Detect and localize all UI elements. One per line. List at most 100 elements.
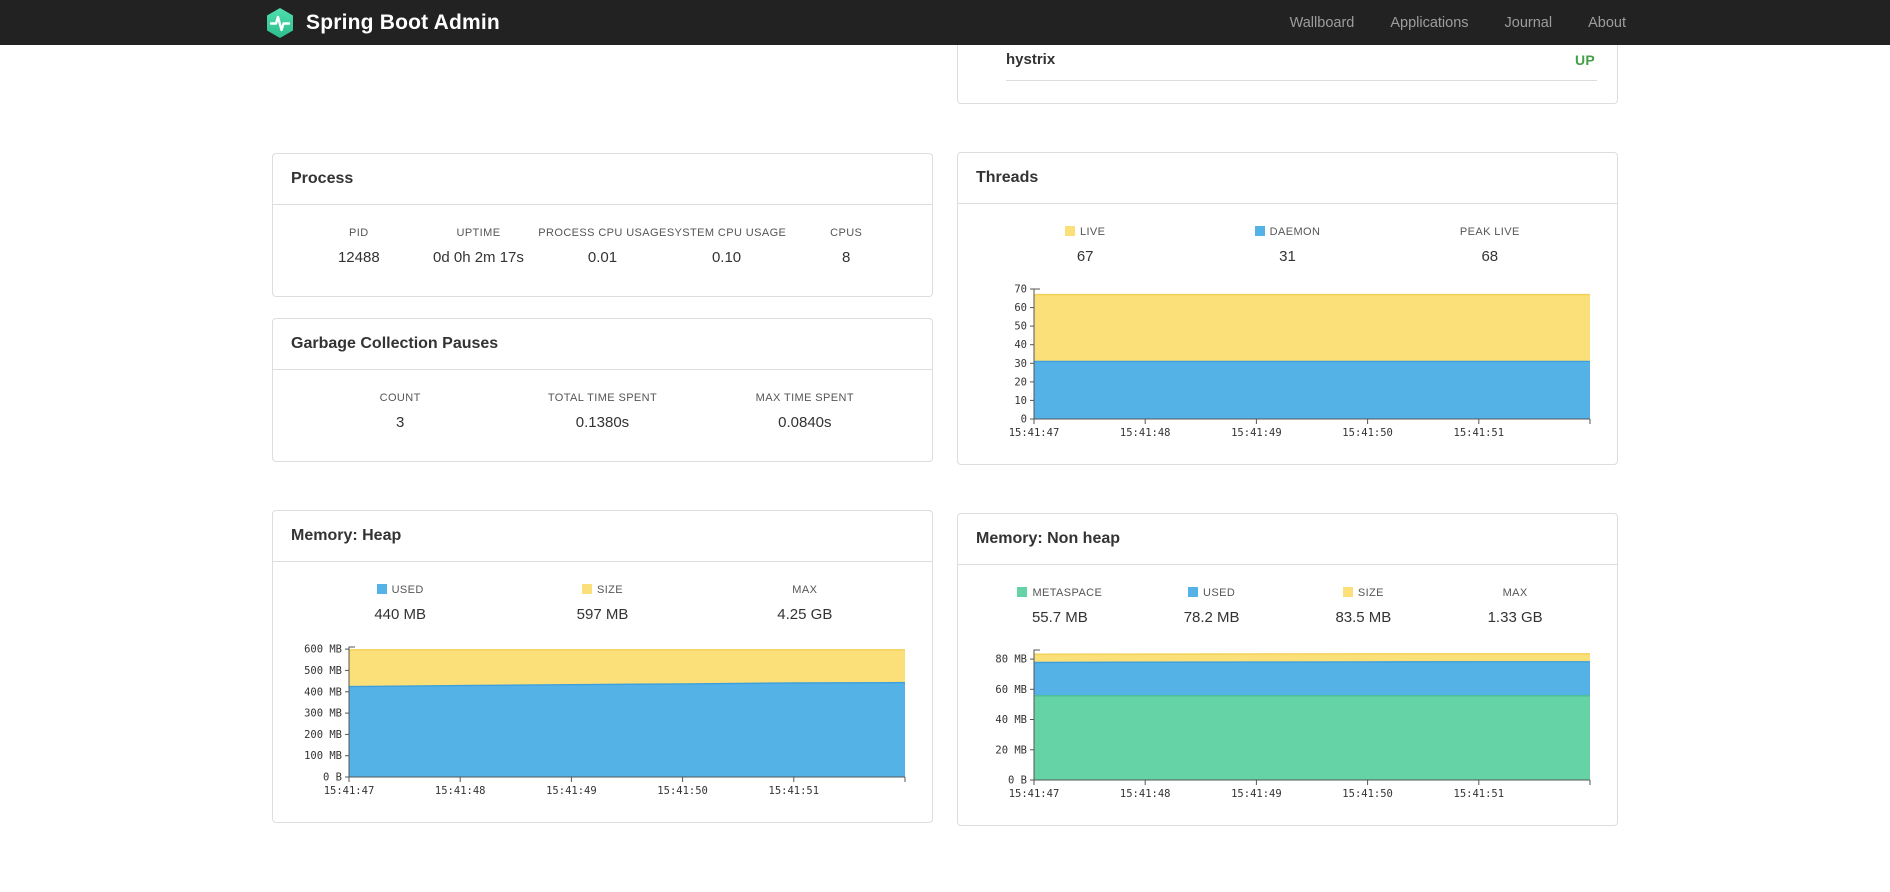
legend-value: 55.7 MB — [1031, 609, 1088, 626]
svg-text:15:41:47: 15:41:47 — [1009, 427, 1060, 439]
application-status-panel: hystrix UP — [957, 39, 1618, 104]
process-metrics: PID 12488 UPTIME 0d 0h 2m 17s PROCESS CP… — [273, 205, 932, 296]
gc-metrics: COUNT 3 TOTAL TIME SPENT 0.1380s MAX TIM… — [273, 370, 932, 461]
svg-text:15:41:51: 15:41:51 — [769, 785, 820, 797]
metric-uptime: UPTIME 0d 0h 2m 17s — [419, 227, 539, 266]
metric-system-cpu: SYSTEM CPU USAGE 0.10 — [667, 227, 787, 266]
gc-panel: Garbage Collection Pauses COUNT 3 TOTAL … — [272, 318, 933, 462]
legend-item-used: USED 440 MB — [299, 584, 501, 623]
top-navbar: Spring Boot Admin Wallboard Applications… — [0, 0, 1890, 45]
metric-value: 0d 0h 2m 17s — [433, 249, 524, 266]
legend-label: SIZE — [1288, 587, 1440, 600]
svg-text:15:41:47: 15:41:47 — [324, 785, 375, 797]
legend-label: METASPACE — [984, 587, 1136, 600]
panel-title: Memory: Non heap — [958, 514, 1617, 565]
metric-value: 0.0840s — [778, 414, 832, 431]
metric-label: PID — [349, 227, 369, 239]
legend-label: DAEMON — [1186, 226, 1388, 239]
legend-label: USED — [1136, 587, 1288, 600]
svg-text:0: 0 — [1021, 414, 1027, 426]
details-page: Process PID 12488 UPTIME 0d 0h 2m 17s PR… — [272, 0, 1618, 826]
svg-text:15:41:50: 15:41:50 — [657, 785, 708, 797]
process-panel: Process PID 12488 UPTIME 0d 0h 2m 17s PR… — [272, 153, 933, 297]
svg-text:15:41:51: 15:41:51 — [1454, 427, 1505, 439]
metric-value: 0.10 — [711, 249, 742, 266]
svg-text:15:41:49: 15:41:49 — [546, 785, 597, 797]
metric-cpus: CPUS 8 — [786, 227, 906, 266]
legend-item-size: SIZE 83.5 MB — [1288, 587, 1440, 626]
legend-label: MAX — [792, 584, 818, 596]
panel-title: Memory: Heap — [273, 511, 932, 562]
legend-item-used: USED 78.2 MB — [1136, 587, 1288, 626]
brand-home-link[interactable]: Spring Boot Admin — [264, 7, 500, 39]
legend-label: SIZE — [501, 584, 703, 597]
threads-legend: LIVE 67 DAEMON 31 PEAK LIVE 68 — [958, 204, 1617, 273]
application-row[interactable]: hystrix UP — [1006, 39, 1597, 81]
used-swatch-icon — [376, 584, 387, 594]
metaspace-swatch-icon — [1017, 587, 1028, 597]
svg-text:40: 40 — [1014, 339, 1027, 351]
nav-item-applications[interactable]: Applications — [1390, 15, 1468, 31]
nav-item-about[interactable]: About — [1588, 15, 1626, 31]
right-column: hystrix UP Threads LIVE 67 DAEMON 31 PEA… — [957, 39, 1618, 826]
svg-text:600 MB: 600 MB — [304, 644, 342, 656]
metric-value: 0.1380s — [575, 414, 630, 431]
memory-heap-panel: Memory: Heap USED 440 MB SIZE 597 MB MAX… — [272, 510, 933, 823]
svg-text:30: 30 — [1014, 358, 1027, 370]
svg-text:15:41:48: 15:41:48 — [1120, 788, 1171, 800]
svg-text:15:41:48: 15:41:48 — [1120, 427, 1171, 439]
svg-text:15:41:51: 15:41:51 — [1454, 788, 1505, 800]
svg-text:0 B: 0 B — [323, 772, 342, 784]
legend-label: MAX — [1502, 587, 1528, 599]
brand-title: Spring Boot Admin — [306, 10, 500, 34]
threads-chart: 0 10 20 30 40 50 60 70 15:41:47 15:41:48 15:41:49 1… — [958, 273, 1617, 464]
metric-label: COUNT — [379, 392, 421, 404]
main-navigation: Wallboard Applications Journal About — [1290, 15, 1626, 31]
svg-text:15:41:50: 15:41:50 — [1342, 427, 1393, 439]
legend-value: 31 — [1279, 248, 1296, 265]
memory-nonheap-chart: 0 B 20 MB 40 MB 60 MB 80 MB 15:41:47 15:41:48 1… — [958, 634, 1617, 825]
legend-value: 4.25 GB — [777, 606, 833, 623]
metric-label: TOTAL TIME SPENT — [547, 392, 658, 404]
metric-gc-count: COUNT 3 — [299, 392, 501, 431]
legend-item-max: MAX 4.25 GB — [704, 584, 906, 623]
legend-label: USED — [299, 584, 501, 597]
metric-pid: PID 12488 — [299, 227, 419, 266]
legend-label: PEAK LIVE — [1459, 226, 1520, 238]
metric-label: SYSTEM CPU USAGE — [666, 227, 787, 239]
svg-text:40 MB: 40 MB — [995, 714, 1027, 726]
svg-text:20: 20 — [1014, 376, 1027, 388]
nav-item-journal[interactable]: Journal — [1505, 15, 1553, 31]
threads-panel: Threads LIVE 67 DAEMON 31 PEAK LIVE 68 0… — [957, 152, 1618, 465]
left-column: Process PID 12488 UPTIME 0d 0h 2m 17s PR… — [272, 45, 933, 826]
svg-text:200 MB: 200 MB — [304, 729, 342, 741]
legend-value: 1.33 GB — [1487, 609, 1543, 626]
legend-item-metaspace: METASPACE 55.7 MB — [984, 587, 1136, 626]
panel-title: Garbage Collection Pauses — [273, 319, 932, 370]
legend-value: 68 — [1481, 248, 1499, 265]
legend-value: 440 MB — [374, 606, 427, 623]
svg-text:400 MB: 400 MB — [304, 686, 342, 698]
metric-label: MAX TIME SPENT — [755, 392, 854, 404]
svg-text:0 B: 0 B — [1008, 775, 1027, 787]
memory-nonheap-legend: METASPACE 55.7 MB USED 78.2 MB SIZE 83.5… — [958, 565, 1617, 634]
metric-gc-max-time: MAX TIME SPENT 0.0840s — [704, 392, 906, 431]
metric-label: UPTIME — [456, 227, 501, 239]
legend-item-max: MAX 1.33 GB — [1439, 587, 1591, 626]
metric-value: 0.01 — [587, 249, 618, 266]
size-swatch-icon — [581, 584, 592, 594]
legend-value: 78.2 MB — [1183, 609, 1240, 626]
svg-text:15:41:47: 15:41:47 — [1009, 788, 1060, 800]
metric-gc-total-time: TOTAL TIME SPENT 0.1380s — [501, 392, 703, 431]
application-name[interactable]: hystrix — [1006, 51, 1055, 68]
metric-label: CPUS — [830, 227, 863, 239]
daemon-swatch-icon — [1254, 226, 1265, 236]
panel-bottom-padding — [958, 81, 1617, 103]
nav-item-wallboard[interactable]: Wallboard — [1290, 15, 1355, 31]
legend-value: 83.5 MB — [1335, 609, 1392, 626]
legend-item-size: SIZE 597 MB — [501, 584, 703, 623]
metric-label: PROCESS CPU USAGE — [538, 227, 667, 239]
memory-nonheap-panel: Memory: Non heap METASPACE 55.7 MB USED … — [957, 513, 1618, 826]
live-swatch-icon — [1064, 226, 1075, 236]
svg-text:60 MB: 60 MB — [995, 684, 1027, 696]
